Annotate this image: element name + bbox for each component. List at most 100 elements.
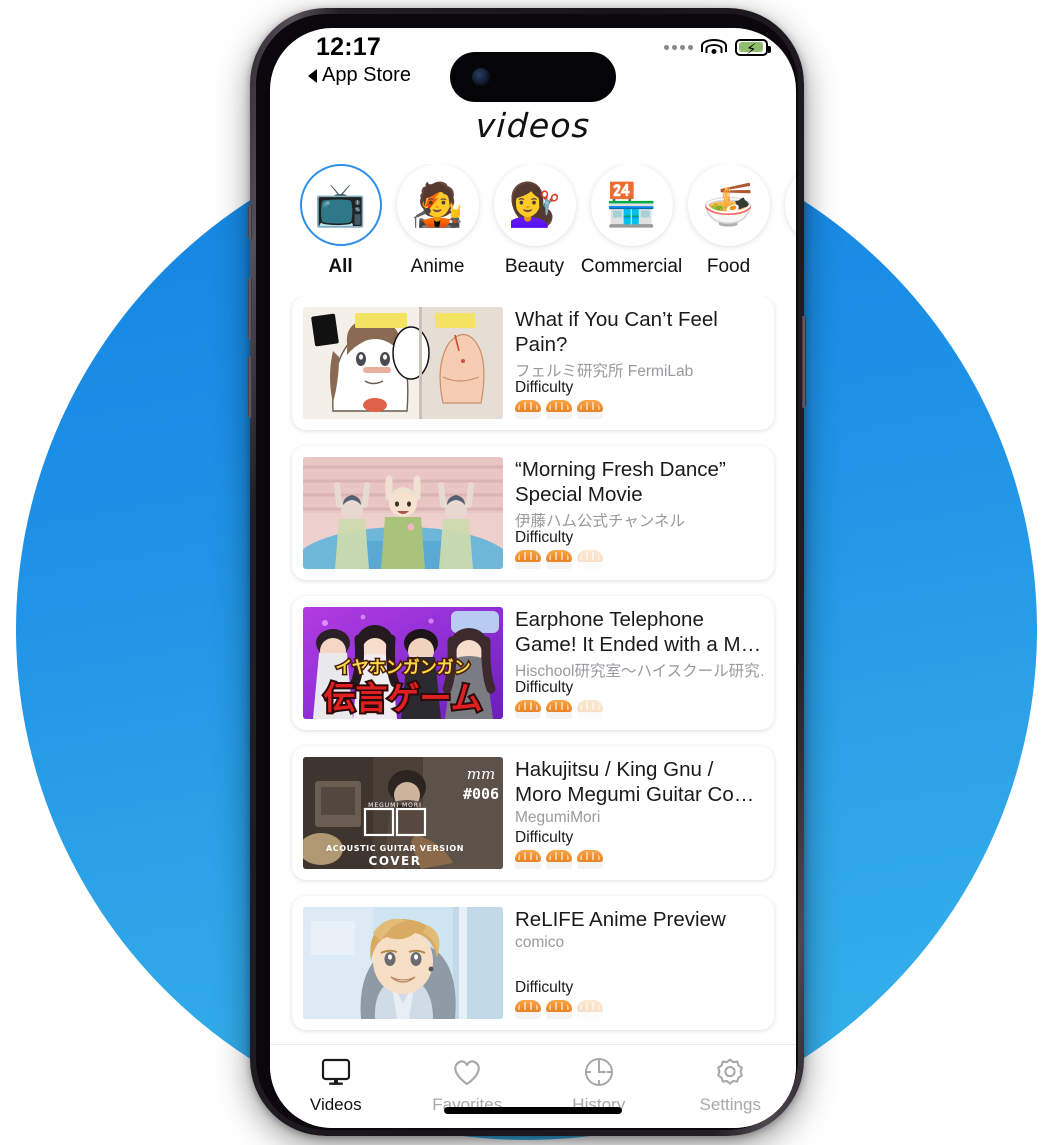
tab-bar[interactable]: Videos Favorites History Settings bbox=[270, 1044, 796, 1128]
video-title: Hakujitsu / King Gnu / Moro Megumi Guita… bbox=[515, 758, 755, 806]
volume-down-button[interactable] bbox=[248, 356, 252, 418]
category-chip-beauty[interactable]: 💇‍♀️ Beauty bbox=[486, 164, 583, 278]
home-indicator[interactable] bbox=[444, 1107, 622, 1114]
video-meta: “Morning Fresh Dance” Special Movie 伊藤ハム… bbox=[503, 457, 763, 569]
thumb-text-top: イヤホンガンガン bbox=[335, 658, 471, 678]
difficulty-group: Difficulty bbox=[515, 979, 603, 1019]
sushi-icon bbox=[546, 849, 572, 869]
video-list[interactable]: What if You Can’t Feel Pain? フェルミ研究所 Fer… bbox=[270, 296, 796, 1044]
category-chip-all[interactable]: 📺 All bbox=[292, 164, 389, 278]
dancers-thumbnail bbox=[303, 457, 503, 569]
difficulty-rating bbox=[515, 849, 603, 869]
sushi-icon bbox=[577, 399, 603, 419]
wifi-icon bbox=[701, 38, 727, 56]
sushi-icon bbox=[515, 999, 541, 1019]
category-label: Beauty bbox=[504, 256, 565, 277]
tab-settings[interactable]: Settings bbox=[665, 1055, 797, 1115]
sushi-icon bbox=[515, 849, 541, 869]
difficulty-group: Difficulty bbox=[515, 679, 603, 719]
phone-bezel: 12:17 App Store ⚡ bbox=[256, 14, 798, 1130]
power-button[interactable] bbox=[802, 316, 806, 408]
gear-icon bbox=[715, 1055, 745, 1089]
sushi-icon bbox=[546, 699, 572, 719]
front-camera-icon bbox=[472, 68, 490, 86]
earphone-game-thumbnail: イヤホンガンガン 伝言ゲーム bbox=[303, 607, 503, 719]
anime-character-icon: 🧑‍🎤 bbox=[396, 164, 479, 246]
category-label: All bbox=[328, 256, 353, 277]
difficulty-group: Difficulty bbox=[515, 829, 603, 869]
sushi-icon bbox=[546, 399, 572, 419]
status-time: 12:17 bbox=[316, 33, 381, 61]
video-card[interactable]: “Morning Fresh Dance” Special Movie 伊藤ハム… bbox=[292, 446, 774, 580]
status-indicators: ⚡ bbox=[664, 38, 771, 58]
tab-favorites[interactable]: Favorites bbox=[402, 1055, 534, 1115]
category-emoji: 🍜 bbox=[702, 181, 755, 228]
thumbnail-art: イヤホンガンガン 伝言ゲーム bbox=[303, 607, 503, 719]
category-chip-commercial[interactable]: 🏪 Commercial bbox=[580, 164, 683, 278]
video-title: “Morning Fresh Dance” Special Movie bbox=[515, 458, 726, 506]
sushi-icon bbox=[515, 699, 541, 719]
category-chip-partial[interactable] bbox=[777, 164, 796, 256]
tab-label: Settings bbox=[699, 1095, 761, 1114]
video-card[interactable]: What if You Can’t Feel Pain? フェルミ研究所 Fer… bbox=[292, 296, 774, 430]
video-card[interactable]: mm #006 MEGUMI MORI ACOUSTIC GUITAR VERS… bbox=[292, 746, 774, 880]
storefront-icon: 🏪 bbox=[590, 164, 673, 246]
category-label: Commercial bbox=[580, 256, 683, 277]
triangle-left-icon bbox=[308, 68, 317, 83]
video-channel: comico bbox=[515, 934, 565, 951]
sushi-icon bbox=[515, 549, 541, 569]
thumbnail-art bbox=[303, 457, 503, 569]
category-filter-row[interactable]: 📺 All 🧑‍🎤 Anime 💇‍♀️ Beauty bbox=[270, 164, 796, 290]
thumbnail-art bbox=[303, 907, 503, 1019]
category-emoji: 💇‍♀️ bbox=[508, 181, 561, 228]
category-chip-anime[interactable]: 🧑‍🎤 Anime bbox=[389, 164, 486, 278]
video-card[interactable]: イヤホンガンガン 伝言ゲーム Earphone Telephone Game! … bbox=[292, 596, 774, 730]
video-meta: What if You Can’t Feel Pain? フェルミ研究所 Fer… bbox=[503, 307, 763, 419]
volume-up-button[interactable] bbox=[248, 278, 252, 340]
heart-icon bbox=[451, 1055, 483, 1089]
sushi-icon bbox=[577, 699, 603, 719]
sushi-icon bbox=[546, 999, 572, 1019]
tab-history[interactable]: History bbox=[533, 1055, 665, 1115]
phone-screen: 12:17 App Store ⚡ bbox=[270, 28, 796, 1128]
battery-charging-icon: ⚡ bbox=[735, 38, 771, 58]
dynamic-island bbox=[450, 52, 616, 102]
difficulty-label: Difficulty bbox=[515, 829, 574, 846]
thumb-text-number: #006 bbox=[463, 785, 499, 803]
tab-label: Videos bbox=[309, 1095, 362, 1114]
difficulty-group: Difficulty bbox=[515, 529, 603, 569]
difficulty-label: Difficulty bbox=[515, 529, 574, 546]
thumb-text-logo: mm bbox=[467, 765, 495, 783]
difficulty-rating bbox=[515, 699, 603, 719]
video-meta: Hakujitsu / King Gnu / Moro Megumi Guita… bbox=[503, 757, 763, 869]
monitor-icon bbox=[321, 1055, 351, 1089]
silence-switch[interactable] bbox=[248, 205, 252, 239]
thumb-text-version: ACOUSTIC GUITAR VERSION bbox=[326, 844, 464, 853]
manga-panel-thumbnail bbox=[303, 307, 503, 419]
back-to-app-store-button[interactable]: App Store bbox=[308, 64, 411, 87]
sushi-icon bbox=[577, 549, 603, 569]
signal-dots-icon bbox=[664, 44, 693, 50]
category-emoji: 📺 bbox=[314, 181, 367, 228]
sushi-icon bbox=[546, 549, 572, 569]
video-channel: 伊藤ハム公式チャンネル bbox=[515, 513, 686, 530]
video-channel: フェルミ研究所 FermiLab bbox=[515, 363, 694, 380]
thumb-text-name: MEGUMI MORI bbox=[368, 802, 422, 809]
clock-icon bbox=[584, 1055, 614, 1089]
difficulty-label: Difficulty bbox=[515, 679, 574, 696]
thumbnail-art bbox=[303, 307, 503, 419]
relife-anime-thumbnail bbox=[303, 907, 503, 1019]
thumbnail-art: mm #006 MEGUMI MORI ACOUSTIC GUITAR VERS… bbox=[303, 757, 503, 869]
category-chip-food[interactable]: 🍜 Food bbox=[680, 164, 777, 278]
category-label: Food bbox=[706, 256, 751, 277]
video-channel: MegumiMori bbox=[515, 809, 601, 826]
category-emoji: 🧑‍🎤 bbox=[411, 181, 464, 228]
sushi-icon bbox=[577, 999, 603, 1019]
television-icon: 📺 bbox=[299, 164, 382, 246]
category-emoji: 🏪 bbox=[605, 181, 658, 228]
partial-category-icon bbox=[784, 164, 796, 246]
page-title: videos bbox=[474, 106, 592, 145]
video-meta: ReLIFE Anime Preview comico Difficulty bbox=[503, 907, 763, 1019]
video-card[interactable]: ReLIFE Anime Preview comico Difficulty bbox=[292, 896, 774, 1030]
tab-videos[interactable]: Videos bbox=[270, 1055, 402, 1115]
